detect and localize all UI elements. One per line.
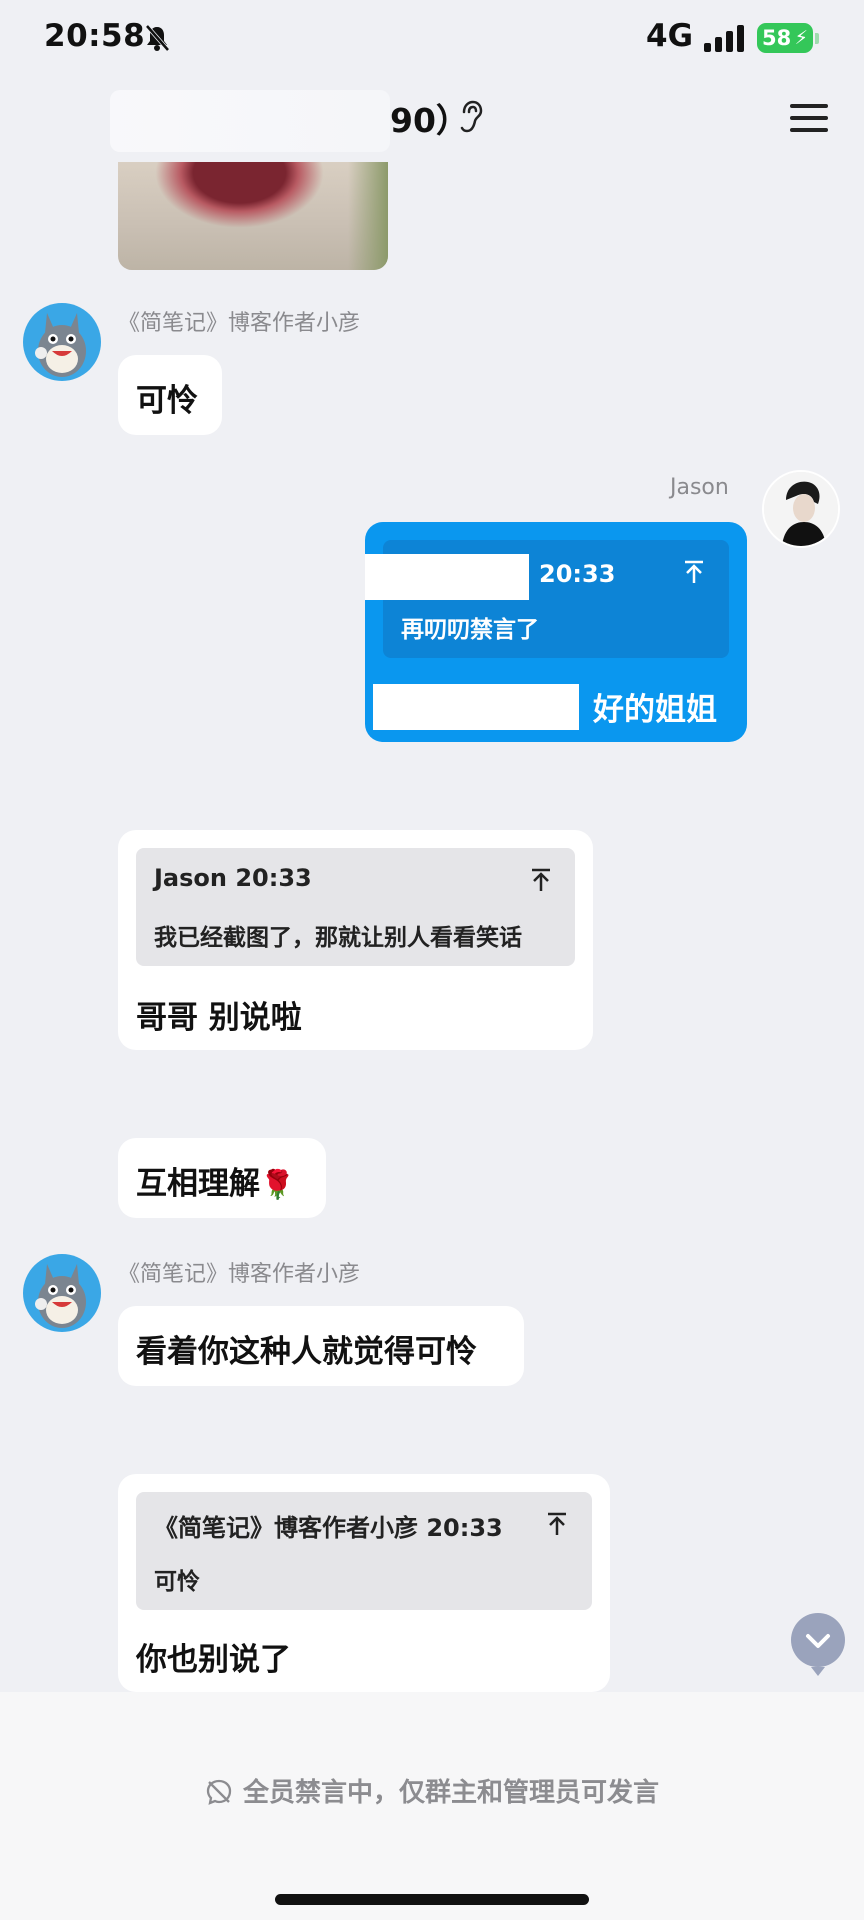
chat-header: 90） — [0, 80, 864, 162]
avatar[interactable] — [762, 470, 840, 548]
sender-name: 《简笔记》博客作者小彦 — [118, 311, 361, 336]
quote-text: 再叨叨禁言了 — [401, 617, 539, 643]
blurred-title — [110, 90, 390, 152]
message-bubble-outgoing[interactable]: 20:33 再叨叨禁言了 好的姐姐 — [365, 522, 747, 742]
chevron-down-icon — [806, 1634, 830, 1648]
scroll-to-bottom-button[interactable] — [791, 1613, 845, 1676]
avatar[interactable] — [23, 303, 101, 381]
message-text: 可怜 — [136, 383, 198, 419]
rose-emoji: 🌹 — [260, 1168, 295, 1201]
input-area: 全员禁言中，仅群主和管理员可发言 — [0, 1692, 864, 1920]
jump-to-quote-icon[interactable] — [683, 560, 705, 584]
battery-cap — [815, 33, 819, 44]
ear-icon — [460, 100, 483, 133]
quote-text: 可怜 — [154, 1569, 200, 1595]
quote-header: Jason 20:33 — [154, 864, 312, 892]
battery-level: 58 — [762, 26, 792, 50]
message-text: 哥哥 别说啦 — [136, 1000, 302, 1036]
image-message[interactable] — [118, 162, 388, 270]
signal-icon — [704, 22, 746, 52]
message-text: 看着你这种人就觉得可怜 — [136, 1334, 477, 1370]
message-bubble[interactable]: Jason 20:33 我已经截图了，那就让别人看看笑话 哥哥 别说啦 — [118, 830, 593, 1050]
message-text: 互相理解 — [136, 1166, 260, 1202]
no-chat-icon — [206, 1779, 232, 1805]
jason-avatar-icon — [764, 472, 838, 546]
bell-muted-icon — [145, 24, 170, 52]
redacted-block — [373, 684, 579, 730]
totoro-avatar-icon — [35, 313, 86, 377]
jump-to-quote-icon[interactable] — [546, 1512, 568, 1536]
network-type: 4G — [646, 18, 694, 54]
message-bubble[interactable]: 可怜 — [118, 355, 222, 435]
redacted-block — [365, 554, 529, 600]
home-indicator — [275, 1894, 589, 1905]
avatar[interactable] — [23, 1254, 101, 1332]
quoted-message[interactable]: 《简笔记》博客作者小彦 20:33 可怜 — [136, 1492, 592, 1610]
quote-text: 我已经截图了，那就让别人看看笑话 — [154, 925, 522, 951]
message-bubble[interactable]: 看着你这种人就觉得可怜 — [118, 1306, 524, 1386]
battery-indicator: 58 ⚡ — [757, 23, 813, 53]
menu-icon[interactable] — [790, 102, 828, 134]
mute-notice: 全员禁言中，仅群主和管理员可发言 — [0, 1772, 864, 1809]
sender-name: 《简笔记》博客作者小彦 — [118, 1262, 361, 1287]
status-bar: 20:58 4G 58 ⚡ — [0, 0, 864, 80]
sender-name: Jason — [670, 475, 729, 500]
mute-notice-text: 全员禁言中，仅群主和管理员可发言 — [242, 1778, 659, 1808]
quoted-message[interactable]: Jason 20:33 我已经截图了，那就让别人看看笑话 — [136, 848, 575, 966]
quote-time: 20:33 — [539, 560, 616, 588]
jump-to-quote-icon[interactable] — [530, 868, 552, 892]
message-bubble[interactable]: 互相理解🌹 — [118, 1138, 326, 1218]
message-text: 你也别说了 — [136, 1642, 291, 1678]
status-time: 20:58 — [44, 18, 146, 54]
message-text: 好的姐姐 — [593, 692, 717, 728]
quote-header: 《简笔记》博客作者小彦 20:33 — [154, 1514, 503, 1542]
charging-icon: ⚡ — [794, 27, 808, 49]
message-bubble[interactable]: 《简笔记》博客作者小彦 20:33 可怜 你也别说了 — [118, 1474, 610, 1692]
message-content: 互相理解🌹 — [136, 1158, 295, 1203]
totoro-avatar-icon — [35, 1264, 86, 1328]
